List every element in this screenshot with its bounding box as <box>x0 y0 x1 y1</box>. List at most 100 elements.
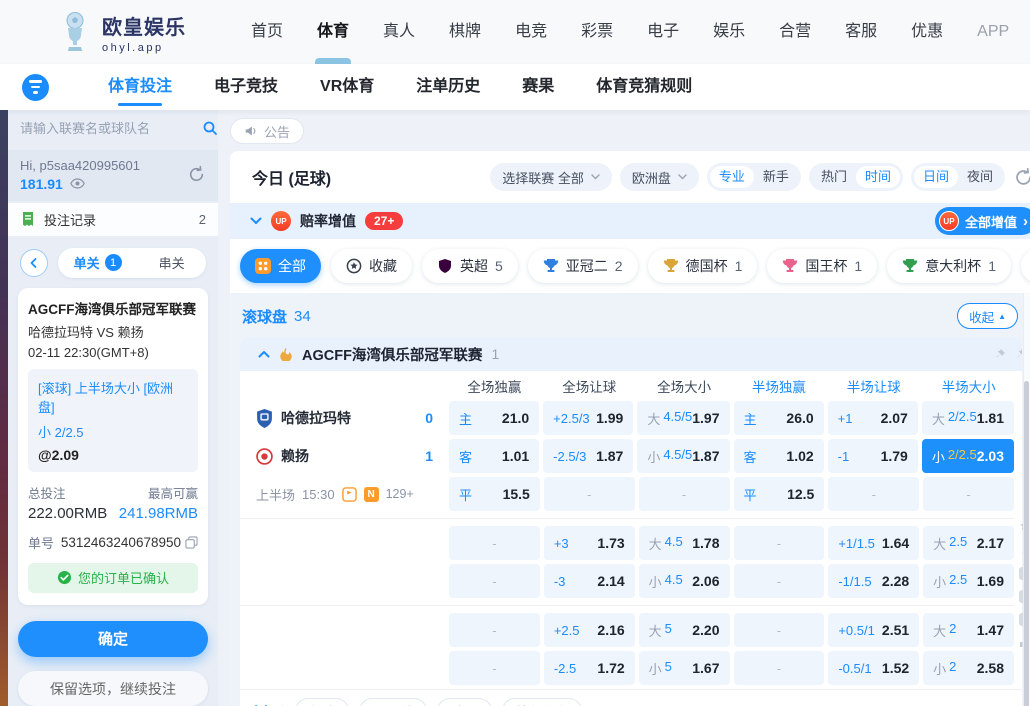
topnav-item[interactable]: APP <box>960 0 1026 64</box>
all-boosts-button[interactable]: UP 全部增值 › <box>935 207 1030 235</box>
scrollbar-thumb[interactable] <box>1024 381 1029 706</box>
odds-cell[interactable]: -11.79 <box>828 439 918 473</box>
collapse-chevron-icon[interactable] <box>250 217 262 225</box>
background-image-strip <box>0 110 8 706</box>
odds-cell[interactable]: 小4.52.06 <box>639 564 730 598</box>
league-tab[interactable]: 亚冠二2 <box>528 249 638 283</box>
topnav-item[interactable]: 电竞 <box>498 0 564 64</box>
league-tab[interactable]: 巴甲5 <box>1021 249 1030 283</box>
league-tab[interactable]: 国王杯1 <box>767 249 877 283</box>
odds-cell[interactable]: 平15.5 <box>449 477 540 511</box>
league-select-dropdown[interactable]: 选择联赛 全部 <box>490 163 612 191</box>
odds-cell[interactable]: -1/1.52.28 <box>828 564 919 598</box>
odds-cell[interactable]: 大2.52.17 <box>923 526 1014 560</box>
topnav-item[interactable]: 棋牌 <box>432 0 498 64</box>
odds-cell[interactable]: +2.5/31.99 <box>543 401 633 435</box>
refresh-balance-icon[interactable] <box>187 165 206 184</box>
order-number: 5312463240678950 <box>61 535 181 550</box>
search-icon[interactable] <box>202 120 218 136</box>
collapse-chevron-up-icon[interactable] <box>258 350 270 358</box>
collapse-button[interactable]: 收起 ▲ <box>957 303 1018 329</box>
odds-cell[interactable]: 小51.67 <box>639 651 730 685</box>
odds-cell-selected[interactable]: 小2/2.52.03 <box>922 439 1014 473</box>
odds-cell[interactable]: 主26.0 <box>734 401 824 435</box>
brand-logo[interactable]: 欧皇娱乐 ohyl.app <box>58 11 186 54</box>
back-button[interactable] <box>20 249 48 277</box>
subnav-tab[interactable]: 电子竞技 <box>193 64 299 110</box>
filter-option[interactable]: 夜间 <box>958 166 1002 188</box>
pin-icon[interactable] <box>1014 348 1022 361</box>
filter-option[interactable]: 专业 <box>710 166 754 188</box>
odds-cell[interactable]: 大52.20 <box>639 613 730 647</box>
odds-cell[interactable]: 小4.5/51.87 <box>637 439 729 473</box>
odds-cell-disabled: - <box>828 477 919 511</box>
market-tab[interactable]: 波胆 <box>437 698 491 706</box>
parlay-bet-tab[interactable]: 串关 <box>137 253 206 272</box>
topnav-item[interactable]: 彩票 <box>564 0 630 64</box>
topnav-item[interactable]: 首页 <box>234 0 300 64</box>
topnav-item[interactable]: 客服 <box>828 0 894 64</box>
odds-cell[interactable]: +12.07 <box>828 401 918 435</box>
topnav-item[interactable]: 优惠 <box>894 0 960 64</box>
bet-records-row[interactable]: 投注记录 2 <box>8 203 218 236</box>
odds-cell[interactable]: 大21.47 <box>923 613 1014 647</box>
slip-teams: 哈德拉玛特 VS 赖扬 <box>28 322 198 341</box>
odds-cell[interactable]: -32.14 <box>544 564 635 598</box>
single-bet-tab[interactable]: 单关 1 <box>58 253 137 272</box>
league-tab[interactable]: 收藏 <box>331 249 412 283</box>
filter-menu-icon[interactable] <box>22 74 49 101</box>
odds-cell[interactable]: 平12.5 <box>734 477 825 511</box>
odds-cell[interactable]: 主21.0 <box>449 401 539 435</box>
subnav-tab[interactable]: VR体育 <box>299 64 395 110</box>
market-tab[interactable]: 15分钟 <box>359 698 427 706</box>
keep-selections-button[interactable]: 保留选项，继续投注 <box>18 671 208 706</box>
order-confirmed-text: 您的订单已确认 <box>78 568 169 587</box>
odds-cell[interactable]: 客1.02 <box>734 439 824 473</box>
topnav-item[interactable]: 体育 <box>300 0 366 64</box>
league-tab[interactable]: 英超5 <box>422 249 518 283</box>
filter-option[interactable]: 日间 <box>914 166 958 188</box>
odds-cell[interactable]: +0.5/12.51 <box>828 613 919 647</box>
filter-option[interactable]: 新手 <box>754 166 798 188</box>
odds-cell-disabled: - <box>639 477 730 511</box>
copy-icon[interactable] <box>185 536 198 549</box>
odds-cell[interactable]: 大2/2.51.81 <box>922 401 1014 435</box>
confirm-button[interactable]: 确定 <box>18 621 208 658</box>
refresh-odds-icon[interactable] <box>1013 167 1030 188</box>
handicap-type-dropdown[interactable]: 欧洲盘 <box>620 163 699 191</box>
odds-cell-disabled: - <box>449 564 540 598</box>
odds-boost-banner: UP 赔率增值 27+ UP 全部增值 › <box>230 203 1030 239</box>
subnav-tab[interactable]: 赛果 <box>501 64 575 110</box>
announcement-pill[interactable]: 公告 <box>230 118 304 144</box>
topnav-item[interactable]: 娱乐 <box>696 0 762 64</box>
odds-cell[interactable]: 客1.01 <box>449 439 539 473</box>
odds-cell[interactable]: +1/1.51.64 <box>828 526 919 560</box>
subnav-tab[interactable]: 体育投注 <box>87 64 193 110</box>
filter-option[interactable]: 时间 <box>856 166 900 188</box>
pin-icon[interactable] <box>993 348 1006 361</box>
odds-cell[interactable]: 小2.51.69 <box>923 564 1014 598</box>
topnav-item[interactable]: 电子 <box>630 0 696 64</box>
odds-cell[interactable]: -2.5/31.87 <box>543 439 633 473</box>
odds-cell[interactable]: -0.5/11.52 <box>828 651 919 685</box>
odds-cell[interactable]: 小22.58 <box>923 651 1014 685</box>
subnav-tab[interactable]: 注单历史 <box>395 64 501 110</box>
odds-cell[interactable]: +31.73 <box>544 526 635 560</box>
column-header: 半场独赢 <box>734 376 825 396</box>
league-tab[interactable]: 德国杯1 <box>648 249 758 283</box>
league-tab[interactable]: 全部 <box>240 249 321 283</box>
odds-cell[interactable]: +2.52.16 <box>544 613 635 647</box>
filter-option[interactable]: 热门 <box>812 166 856 188</box>
market-tab[interactable]: 角球 <box>295 698 349 706</box>
market-tab[interactable]: 特色组合 <box>502 698 582 706</box>
odds-cell[interactable]: 大4.5/51.97 <box>637 401 729 435</box>
topnav-item[interactable]: 真人 <box>366 0 432 64</box>
scrollbar-track[interactable] <box>1023 293 1030 706</box>
odds-cell[interactable]: -2.51.72 <box>544 651 635 685</box>
subnav-tab[interactable]: 体育竞猜规则 <box>575 64 713 110</box>
topnav-item[interactable]: 合营 <box>762 0 828 64</box>
league-tab[interactable]: 意大利杯1 <box>887 249 1011 283</box>
search-input[interactable] <box>20 121 196 136</box>
eye-icon[interactable] <box>70 178 85 189</box>
odds-cell[interactable]: 大4.51.78 <box>639 526 730 560</box>
